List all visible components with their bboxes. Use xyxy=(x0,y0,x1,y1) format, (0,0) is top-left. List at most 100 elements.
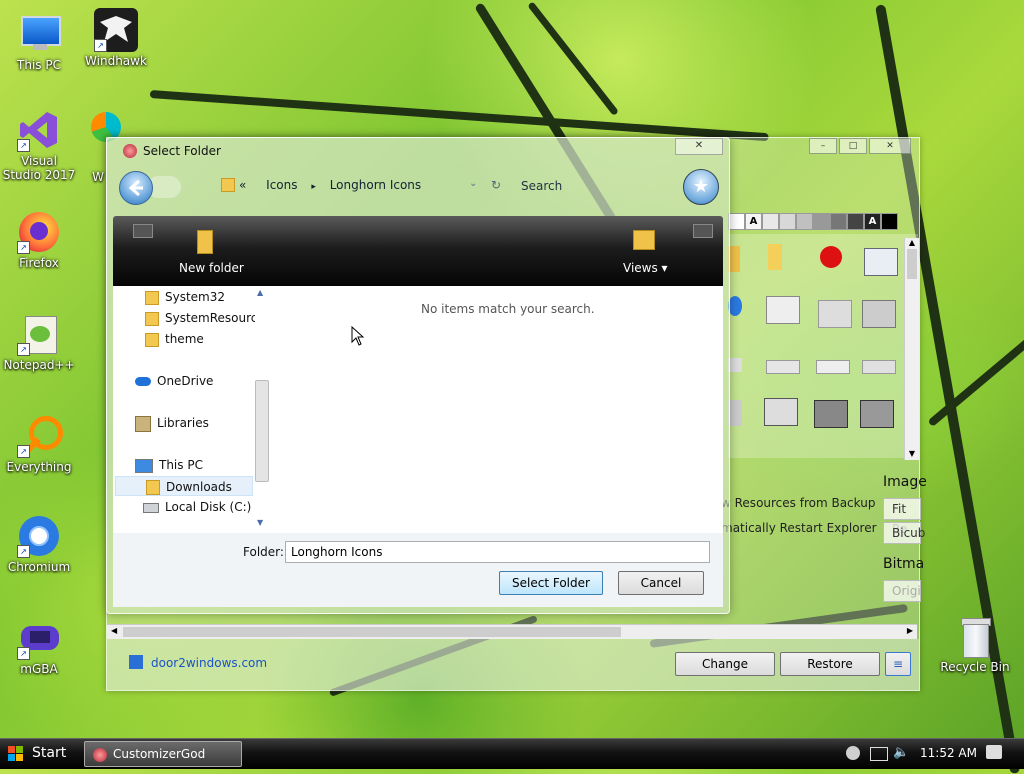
nav-item-onedrive[interactable]: OneDrive xyxy=(135,371,255,391)
globe-icon[interactable] xyxy=(728,296,742,316)
swatch[interactable] xyxy=(830,213,847,230)
menu-button[interactable]: ≡ xyxy=(885,652,911,676)
nav-item-this-pc[interactable]: This PC xyxy=(135,455,255,475)
notifications-icon[interactable] xyxy=(986,745,1002,759)
restore-button[interactable]: Restore xyxy=(780,652,880,676)
network-printer-icon[interactable] xyxy=(728,400,742,426)
select-folder-button[interactable]: Select Folder xyxy=(499,571,603,595)
search-input[interactable]: Search xyxy=(521,179,562,193)
breadcrumb-dropdown-icon[interactable]: ⌄ xyxy=(469,178,477,189)
folder-icon[interactable] xyxy=(768,244,782,270)
swatch[interactable]: A xyxy=(864,213,881,230)
scroll-thumb[interactable] xyxy=(123,627,621,637)
views-button[interactable]: Views ▾ xyxy=(623,261,668,275)
start-button[interactable]: Start xyxy=(2,742,74,766)
scroll-up-arrow[interactable]: ▲ xyxy=(257,288,263,297)
swatch[interactable] xyxy=(813,213,830,230)
desktop-icon-visual-studio[interactable]: ↗ Visual Studio 2017 xyxy=(1,108,77,182)
window-icon[interactable] xyxy=(864,248,898,276)
nav-item-libraries[interactable]: Libraries xyxy=(135,413,255,433)
nav-scrollbar[interactable]: ▲ ▼ xyxy=(255,286,269,533)
scroll-down-arrow[interactable]: ▼ xyxy=(257,518,263,527)
desktop-icon-mgba[interactable]: ↗ mGBA xyxy=(1,616,77,676)
network-printer-icon[interactable] xyxy=(764,398,798,426)
folder-input[interactable]: Longhorn Icons xyxy=(285,541,710,563)
nav-item-downloads[interactable]: Downloads xyxy=(115,476,253,496)
desktop-icon-notepad-plus-plus[interactable]: ↗ Notepad++ xyxy=(1,312,77,372)
breadcrumb-longhorn-icons[interactable]: Longhorn Icons xyxy=(330,178,421,192)
scroll-left-arrow[interactable]: ◀ xyxy=(111,626,117,635)
bicubic-option[interactable]: Bicub xyxy=(883,522,925,544)
nav-item-local-disk[interactable]: Local Disk (C:) xyxy=(143,497,255,517)
desktop-icon-firefox[interactable]: ↗ Firefox xyxy=(1,210,77,270)
printer-icon[interactable] xyxy=(766,296,800,324)
favorites-star-button[interactable]: ★ xyxy=(683,169,719,205)
taskbar-item-customizergod[interactable]: CustomizerGod xyxy=(84,741,242,767)
desktop-icon-this-pc[interactable]: This PC xyxy=(1,12,77,72)
swatch[interactable] xyxy=(779,213,796,230)
volume-muted-icon[interactable]: 🔈 xyxy=(893,745,909,760)
breadcrumb-separator[interactable]: ▸ xyxy=(311,182,316,192)
heart-icon[interactable] xyxy=(820,246,842,268)
cancel-button[interactable]: Cancel xyxy=(618,571,704,595)
breadcrumb[interactable]: « Icons ▸ Longhorn Icons xyxy=(239,178,431,192)
maximize-button[interactable]: □ xyxy=(839,138,867,154)
option-restart-explorer[interactable]: matically Restart Explorer xyxy=(721,521,877,535)
scroll-thumb[interactable] xyxy=(907,249,917,279)
layout-icon[interactable] xyxy=(133,224,153,238)
original-option[interactable]: Origi xyxy=(883,580,921,602)
swatch[interactable] xyxy=(881,213,898,230)
printer-icon[interactable] xyxy=(818,300,852,328)
fit-option[interactable]: Fit Re xyxy=(883,498,921,536)
drive-icon[interactable] xyxy=(728,358,742,372)
swatch[interactable] xyxy=(796,213,813,230)
back-button[interactable] xyxy=(119,171,153,205)
clock[interactable]: 11:52 AM xyxy=(920,746,977,760)
customizer-caption-buttons: – □ ✕ xyxy=(809,138,911,154)
drive-icon[interactable] xyxy=(816,360,850,374)
nav-item-system32[interactable]: System32 xyxy=(145,287,255,307)
customizer-footer: door2windows.com Change Restore ≡ xyxy=(107,639,919,690)
network-printer-icon[interactable] xyxy=(860,400,894,428)
folder-label: Folder: xyxy=(243,545,284,559)
swatch[interactable] xyxy=(847,213,864,230)
scroll-up-arrow[interactable]: ▲ xyxy=(905,238,919,247)
swatch[interactable] xyxy=(762,213,779,230)
horizontal-scrollbar[interactable]: ◀ ▶ xyxy=(107,624,917,639)
desktop-icon-everything[interactable]: ↗ Everything xyxy=(1,414,77,474)
downloads-folder-icon xyxy=(146,480,160,495)
dialog-title: Select Folder xyxy=(143,144,221,158)
minimize-button[interactable]: – xyxy=(809,138,837,154)
network-printer-icon[interactable] xyxy=(814,400,848,428)
refresh-icon[interactable]: ↻ xyxy=(491,178,501,192)
icon-grid-scrollbar[interactable]: ▲ ▼ xyxy=(904,238,919,460)
swatch[interactable]: A xyxy=(745,213,762,230)
tray-app-icon[interactable] xyxy=(846,746,860,760)
drive-icon[interactable] xyxy=(766,360,800,374)
icon-grid xyxy=(728,234,918,458)
dialog-close-button[interactable]: ✕ xyxy=(675,138,723,155)
desktop-icon-chromium[interactable]: ↗ Chromium xyxy=(1,514,77,574)
desktop-icon-recycle-bin[interactable]: Recycle Bin xyxy=(937,614,1013,674)
option-restore-from-backup[interactable]: w Resources from Backup xyxy=(721,496,875,510)
nav-item-theme[interactable]: theme xyxy=(145,329,255,349)
nav-item-systemresources[interactable]: SystemResources xyxy=(145,308,255,328)
door2windows-link[interactable]: door2windows.com xyxy=(151,656,267,670)
desktop-icon-windhawk[interactable]: ↗ Windhawk xyxy=(78,8,154,68)
scroll-thumb[interactable] xyxy=(255,380,269,482)
close-button[interactable]: ✕ xyxy=(869,138,911,154)
drive-icon[interactable] xyxy=(862,360,896,374)
breadcrumb-icons[interactable]: Icons xyxy=(266,178,297,192)
nav-item-label: Downloads xyxy=(166,480,232,494)
new-folder-button[interactable]: New folder xyxy=(179,261,244,275)
network-icon[interactable] xyxy=(870,747,888,761)
swatch[interactable] xyxy=(728,213,745,230)
scroll-right-arrow[interactable]: ▶ xyxy=(907,626,913,635)
change-button[interactable]: Change xyxy=(675,652,775,676)
scroll-down-arrow[interactable]: ▼ xyxy=(905,449,919,458)
breadcrumb-overflow[interactable]: « xyxy=(239,178,246,192)
details-icon[interactable] xyxy=(693,224,713,238)
taskbar: Start CustomizerGod 🔈 11:52 AM xyxy=(0,738,1024,769)
nav-item-label: This PC xyxy=(159,458,203,472)
printer-icon[interactable] xyxy=(862,300,896,328)
